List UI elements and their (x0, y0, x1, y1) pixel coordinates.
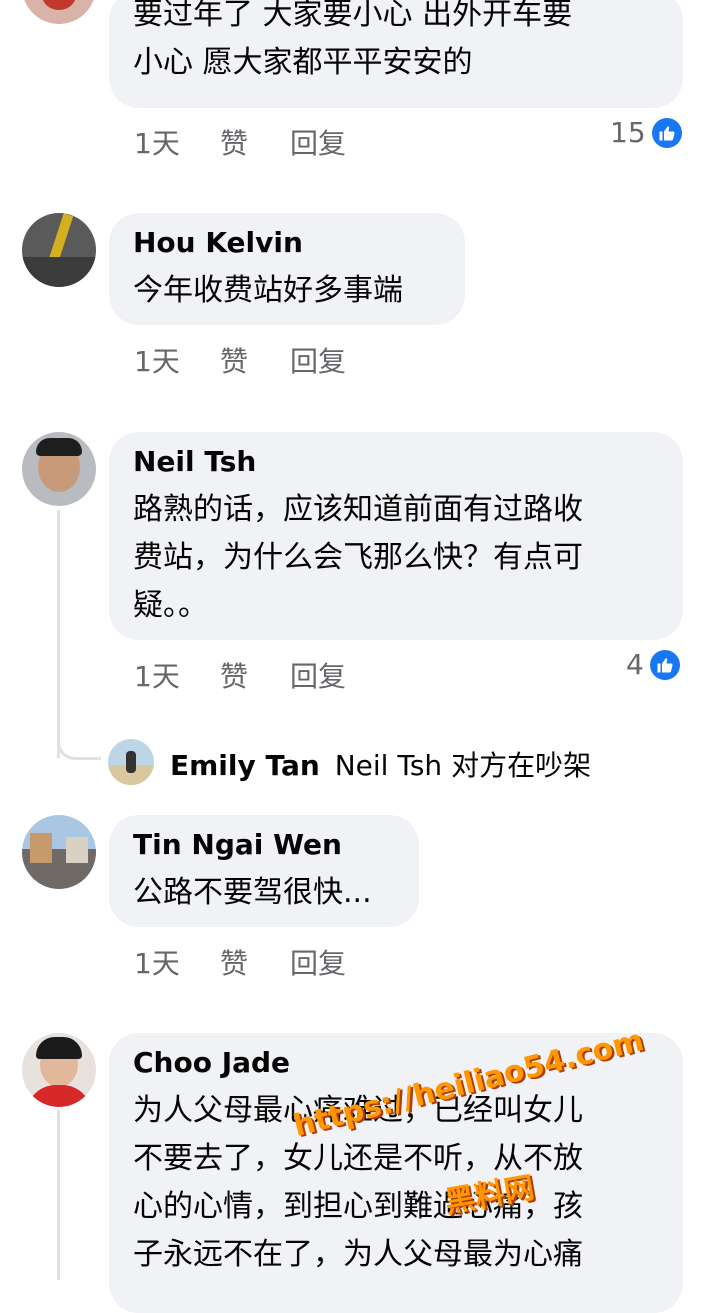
avatar[interactable] (22, 815, 96, 889)
comment-actions: 1天 赞 回复 (134, 122, 434, 160)
comment-bubble: Hou Kelvin 今年收费站好多事端 (109, 213, 465, 325)
reaction-count[interactable]: 4 (626, 648, 680, 681)
avatar[interactable] (22, 432, 96, 506)
comment-bubble: 要过年了 大家要小心 出外开车要 小心 愿大家都平平安安的 (109, 0, 683, 108)
avatar[interactable] (22, 0, 96, 24)
reaction-count[interactable]: 15 (610, 116, 682, 149)
thread-line (57, 1110, 60, 1280)
comment-author[interactable]: Hou Kelvin (133, 225, 303, 261)
comment-bubble: Choo Jade 为人父母最心痛难过，已经叫女儿 不要去了，女儿还是不听，从不… (109, 1033, 683, 1313)
comment-text: 子永远不在了，为人父母最为心痛 (133, 1237, 583, 1272)
reply-avatar[interactable] (108, 739, 154, 785)
thumbs-up-icon (651, 117, 682, 148)
timestamp: 1天 (134, 660, 180, 693)
comment-actions: 1天 赞 回复 (134, 340, 434, 378)
thread-connector (57, 720, 101, 760)
reply-button[interactable]: 回复 (290, 942, 346, 982)
like-button[interactable]: 赞 (220, 655, 248, 695)
reply-preview[interactable]: Emily Tan Neil Tsh 对方在吵架 (170, 744, 591, 784)
reply-button[interactable]: 回复 (290, 655, 346, 695)
comment-text: 费站，为什么会飞那么快？有点可 (133, 540, 583, 575)
comment-text: 公路不要驾很快... (133, 875, 372, 910)
like-button[interactable]: 赞 (220, 122, 248, 162)
comment-author[interactable]: Choo Jade (133, 1045, 290, 1081)
comment-author[interactable]: Neil Tsh (133, 444, 256, 480)
comment-actions: 1天 赞 回复 (134, 942, 434, 980)
reply-button[interactable]: 回复 (290, 122, 346, 162)
avatar[interactable] (22, 1033, 96, 1107)
like-button[interactable]: 赞 (220, 942, 248, 982)
comment-bubble: Tin Ngai Wen 公路不要驾很快... (109, 815, 419, 927)
comment-text: 要过年了 大家要小心 出外开车要 (133, 0, 573, 32)
timestamp: 1天 (134, 947, 180, 980)
comment-text: 疑。。 (133, 588, 208, 623)
comment-bubble: Neil Tsh 路熟的话，应该知道前面有过路收 费站，为什么会飞那么快？有点可… (109, 432, 683, 640)
comment-text: 今年收费站好多事端 (133, 273, 403, 308)
like-button[interactable]: 赞 (220, 340, 248, 380)
reply-button[interactable]: 回复 (290, 340, 346, 380)
comment-text: 路熟的话，应该知道前面有过路收 (133, 492, 583, 527)
reply-text: Neil Tsh 对方在吵架 (334, 749, 592, 782)
comment-text: 小心 愿大家都平平安安的 (133, 45, 473, 80)
timestamp: 1天 (134, 345, 180, 378)
comment-actions: 1天 赞 回复 (134, 655, 434, 693)
timestamp: 1天 (134, 127, 180, 160)
thumbs-up-icon (649, 649, 680, 680)
reply-author: Emily Tan (170, 749, 320, 782)
comment-author[interactable]: Tin Ngai Wen (133, 827, 342, 863)
avatar[interactable] (22, 213, 96, 287)
